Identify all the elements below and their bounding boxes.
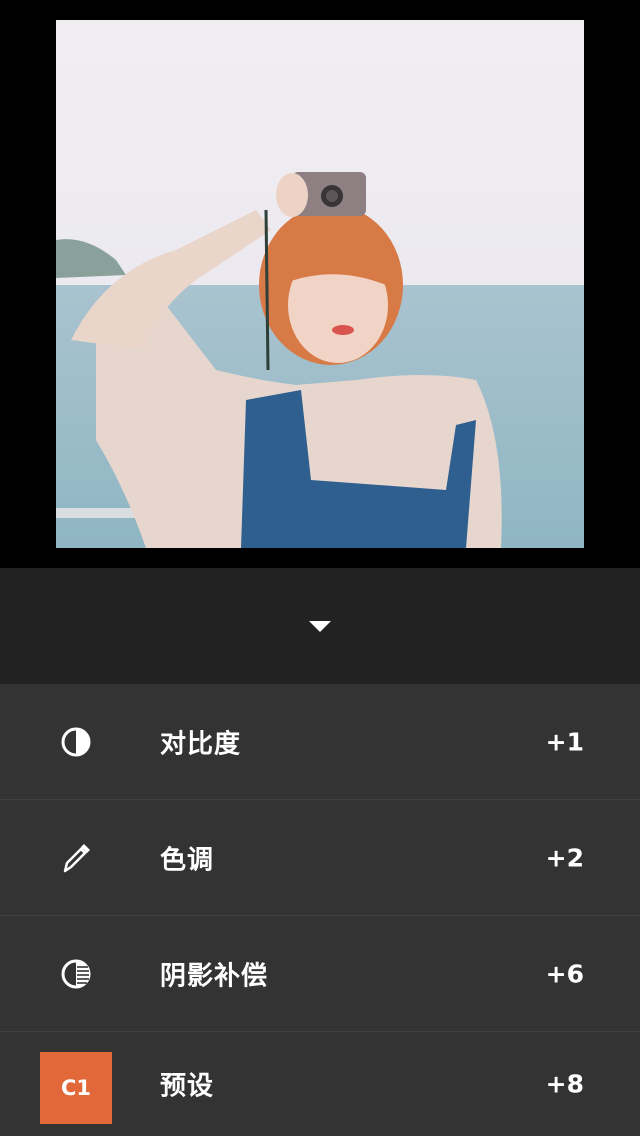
pen-icon — [56, 838, 96, 878]
adjustment-label: 预设 — [160, 1071, 215, 1102]
preset-badge: C1 — [40, 1052, 112, 1124]
adjustment-value: +1 — [545, 727, 584, 756]
adjustment-value: +8 — [545, 1069, 584, 1099]
photo-illustration — [56, 20, 584, 548]
adjustment-value: +2 — [545, 843, 584, 872]
adjustment-row-tone[interactable]: 色调 +2 — [0, 800, 640, 916]
adjustment-row-shadow[interactable]: 阴影补偿 +6 — [0, 916, 640, 1032]
photo-area — [0, 0, 640, 568]
shadow-icon — [56, 954, 96, 994]
contrast-icon — [56, 722, 96, 762]
adjustment-label: 对比度 — [160, 729, 242, 759]
adjustment-value: +6 — [545, 959, 584, 988]
triangle-down-icon[interactable] — [309, 620, 331, 632]
adjustment-row-contrast[interactable]: 对比度 +1 — [0, 684, 640, 800]
photo-preview[interactable] — [56, 20, 584, 548]
adjustment-list: 对比度 +1 色调 +2 阴影补偿 +6 C1 预设 +8 — [0, 684, 640, 1136]
adjustment-row-preset[interactable]: C1 预设 +8 — [0, 1032, 640, 1136]
collapse-bar — [0, 568, 640, 684]
adjustment-label: 阴影补偿 — [160, 961, 269, 991]
adjustment-label: 色调 — [160, 845, 215, 875]
